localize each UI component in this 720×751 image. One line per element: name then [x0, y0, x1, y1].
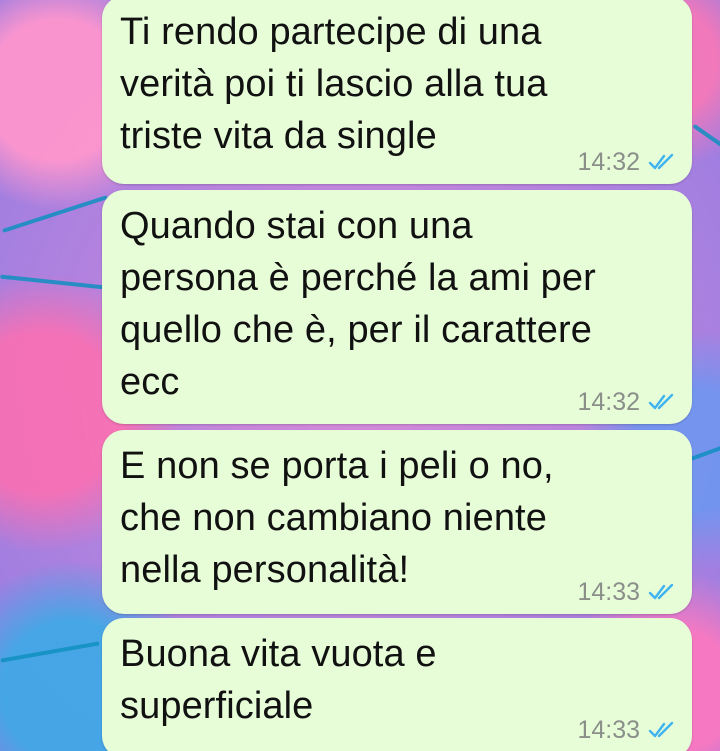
- message-text: Quando stai con una persona è perché la …: [120, 205, 596, 403]
- message-bubble[interactable]: Quando stai con una persona è perché la …: [102, 190, 692, 424]
- double-check-read-icon: [648, 393, 674, 410]
- message-bubble[interactable]: Buona vita vuota e superficiale 14:33: [102, 618, 692, 751]
- double-check-read-icon: [648, 583, 674, 600]
- chat-conversation: Ti rendo partecipe di una verità poi ti …: [0, 0, 720, 751]
- message-meta: 14:33: [577, 716, 676, 744]
- double-check-read-icon: [648, 721, 674, 738]
- message-timestamp: 14:32: [577, 388, 640, 416]
- message-meta: 14:32: [577, 148, 676, 176]
- message-meta: 14:32: [577, 388, 676, 416]
- message-timestamp: 14:33: [577, 578, 640, 606]
- message-text: E non se porta i peli o no, che non camb…: [120, 445, 554, 591]
- message-timestamp: 14:33: [577, 716, 640, 744]
- double-check-read-icon: [648, 153, 674, 170]
- message-bubble[interactable]: E non se porta i peli o no, che non camb…: [102, 430, 692, 614]
- message-bubble[interactable]: Ti rendo partecipe di una verità poi ti …: [102, 0, 692, 184]
- message-meta: 14:33: [577, 578, 676, 606]
- message-timestamp: 14:32: [577, 148, 640, 176]
- message-text: Ti rendo partecipe di una verità poi ti …: [120, 11, 548, 157]
